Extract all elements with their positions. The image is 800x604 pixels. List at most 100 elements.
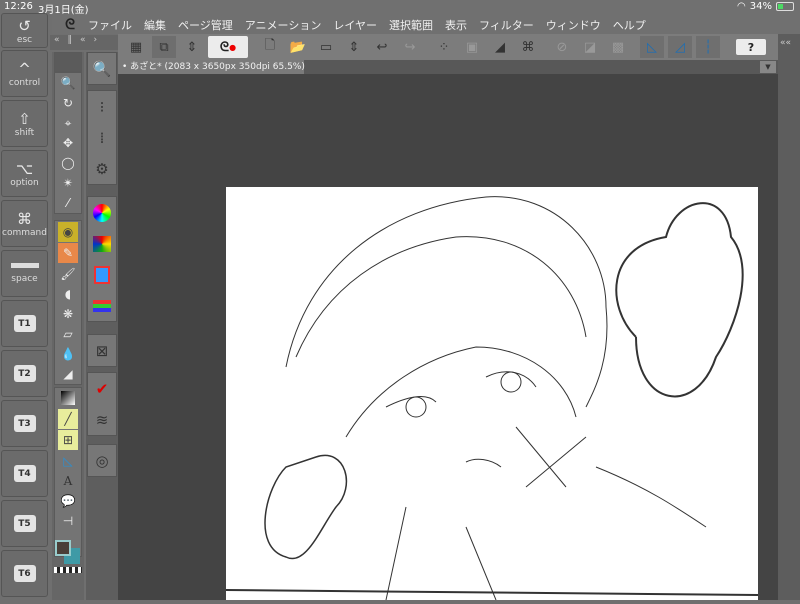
open-file-icon[interactable]: 📂 (286, 36, 310, 58)
space-key[interactable]: space (1, 250, 48, 297)
color-indicator[interactable] (54, 538, 82, 573)
transform-icon[interactable]: ⌘ (516, 36, 540, 58)
rotate-tool-icon[interactable]: ↻ (55, 93, 81, 113)
menu-file[interactable]: ファイル (88, 17, 132, 33)
command-key[interactable]: ⌘ command (1, 200, 48, 247)
frame-tool-icon[interactable]: ⊞ (58, 430, 78, 450)
color-wheel-icon[interactable] (88, 197, 116, 228)
reorder-icon[interactable]: ⇕ (342, 36, 366, 58)
figure-tool-icon[interactable]: ╱ (58, 409, 78, 429)
search-icon[interactable]: 🔍 (88, 53, 116, 84)
menu-layer[interactable]: レイヤー (333, 17, 377, 33)
menu-help[interactable]: ヘルプ (613, 17, 646, 33)
shift-icon: ⇧ (18, 109, 31, 128)
t5-key[interactable]: T5 (1, 500, 48, 547)
color-slider-icon[interactable] (88, 290, 116, 321)
eraser-tool-icon[interactable]: ▱ (55, 324, 81, 344)
option-key[interactable]: ⌥ option (1, 150, 48, 197)
animation-timeline-icon[interactable] (88, 259, 116, 290)
lasso-tool-icon[interactable]: ◯ (55, 153, 81, 173)
grip-icon[interactable]: ‖ (68, 35, 73, 50)
menu-selection[interactable]: 選択範囲 (389, 17, 433, 33)
grid-snap-icon[interactable]: ┆ (696, 36, 720, 58)
brush-tool-icon[interactable]: 🖌 (55, 264, 81, 284)
decoration-tool-icon[interactable]: ❋ (55, 304, 81, 324)
material-icon[interactable]: ⊠ (88, 335, 116, 366)
ruler-tool-icon[interactable]: ◺ (55, 451, 81, 471)
material-folder-icon[interactable]: ◎ (88, 445, 116, 476)
cloud-sync-button[interactable]: ᘓ ● (208, 36, 248, 58)
undo-icon[interactable]: ↩ (370, 36, 394, 58)
esc-key[interactable]: ↺ esc (1, 13, 48, 48)
gradient-tool-icon[interactable] (55, 388, 81, 408)
balloon-tool-icon[interactable]: 💬 (55, 491, 81, 511)
layer-property-icon[interactable]: ✔ (88, 373, 116, 404)
key-label: space (11, 274, 38, 284)
battery-icon (776, 2, 794, 11)
t2-key[interactable]: T2 (1, 350, 48, 397)
transparent-color-swatch[interactable] (54, 567, 82, 573)
save-icon[interactable]: ▭ (314, 36, 338, 58)
blend-tool-icon[interactable]: 💧 (55, 344, 81, 364)
t3-key[interactable]: T3 (1, 400, 48, 447)
menu-page[interactable]: ページ管理 (178, 17, 233, 33)
airbrush-tool-icon[interactable]: ◖ (55, 284, 81, 304)
special-ruler-snap-icon[interactable]: ◿ (668, 36, 692, 58)
clear-outside-icon[interactable]: ▣ (460, 36, 484, 58)
new-file-icon[interactable]: 🗋 (258, 36, 282, 58)
tool-group-selection: 🔍 ↻ ⌖ ✥ ◯ ✴ ⁄ (54, 72, 82, 214)
drawing-canvas[interactable] (225, 187, 759, 601)
text-tool-icon[interactable]: A (55, 471, 81, 491)
collapse-left-icon[interactable]: « (54, 35, 60, 50)
tab-menu-button[interactable]: ▼ (760, 61, 776, 73)
redo-icon[interactable]: ↪ (398, 36, 422, 58)
key-label: esc (16, 34, 33, 45)
pen-tool-icon[interactable]: ◉ (58, 222, 78, 242)
move-tool-icon[interactable]: ✥ (55, 133, 81, 153)
t6-key[interactable]: T6 (1, 550, 48, 597)
layer-icon[interactable]: ≋ (88, 404, 116, 435)
expand-right-icon[interactable]: › (94, 35, 98, 50)
object-tool-icon[interactable]: ⌖ (55, 113, 81, 133)
sub-tool-icon[interactable]: ⁝ (88, 91, 116, 122)
t4-key[interactable]: T4 (1, 450, 48, 497)
help-button[interactable]: ? (736, 39, 766, 55)
menu-window[interactable]: ウィンドウ (546, 17, 601, 33)
grid-menu-icon[interactable]: ▦ (124, 36, 148, 58)
main-color-swatch[interactable] (55, 540, 71, 556)
control-key[interactable]: ^ control (1, 50, 48, 97)
shift-key[interactable]: ⇧ shift (1, 100, 48, 147)
deselect-icon[interactable]: ⊘ (550, 36, 574, 58)
brush-settings-icon[interactable]: ⚙ (88, 153, 116, 184)
magic-wand-icon[interactable]: ✴ (55, 173, 81, 193)
reorder-icon[interactable]: ⇕ (180, 36, 204, 58)
tool-property-icon[interactable]: ⁞ (88, 122, 116, 153)
invert-selection-icon[interactable]: ◪ (578, 36, 602, 58)
selection-border-icon[interactable]: ▩ (606, 36, 630, 58)
menu-animation[interactable]: アニメーション (245, 17, 322, 33)
collapse-left-icon[interactable]: «« (780, 38, 791, 48)
ruler-snap-icon[interactable]: ◺ (640, 36, 664, 58)
line-tool-icon[interactable]: ⊣ (55, 511, 81, 531)
palette-bar: 🔍 ⁝ ⁞ ⚙ ⊠ ✔ ≋ ◎ (86, 52, 118, 600)
clear-icon[interactable]: ⁘ (432, 36, 456, 58)
zoom-tool-icon[interactable]: 🔍 (55, 73, 81, 93)
key-label: T5 (13, 515, 36, 532)
menu-view[interactable]: 表示 (445, 17, 467, 33)
undo-icon: ↺ (18, 16, 31, 35)
color-set-icon[interactable] (88, 228, 116, 259)
eyedropper-icon[interactable]: ⁄ (55, 193, 81, 213)
document-tab[interactable]: • あざと* (2083 x 3650px 350dpi 65.5%) (118, 60, 305, 74)
menu-edit[interactable]: 編集 (144, 17, 166, 33)
pencil-tool-icon[interactable]: ✎ (58, 243, 78, 263)
menu-filter[interactable]: フィルター (479, 17, 534, 33)
collapse-left-icon[interactable]: « (80, 35, 86, 50)
key-label: T3 (13, 415, 36, 432)
caret-icon: ^ (18, 59, 31, 78)
search-panel-group: 🔍 (87, 52, 117, 85)
t1-key[interactable]: T1 (1, 300, 48, 347)
fill-tool-icon[interactable]: ◢ (55, 364, 81, 384)
app-logo-icon[interactable]: ᘓ (52, 17, 88, 33)
fill-icon[interactable]: ◢ (488, 36, 512, 58)
canvas-export-icon[interactable]: ⧉ (152, 36, 176, 58)
